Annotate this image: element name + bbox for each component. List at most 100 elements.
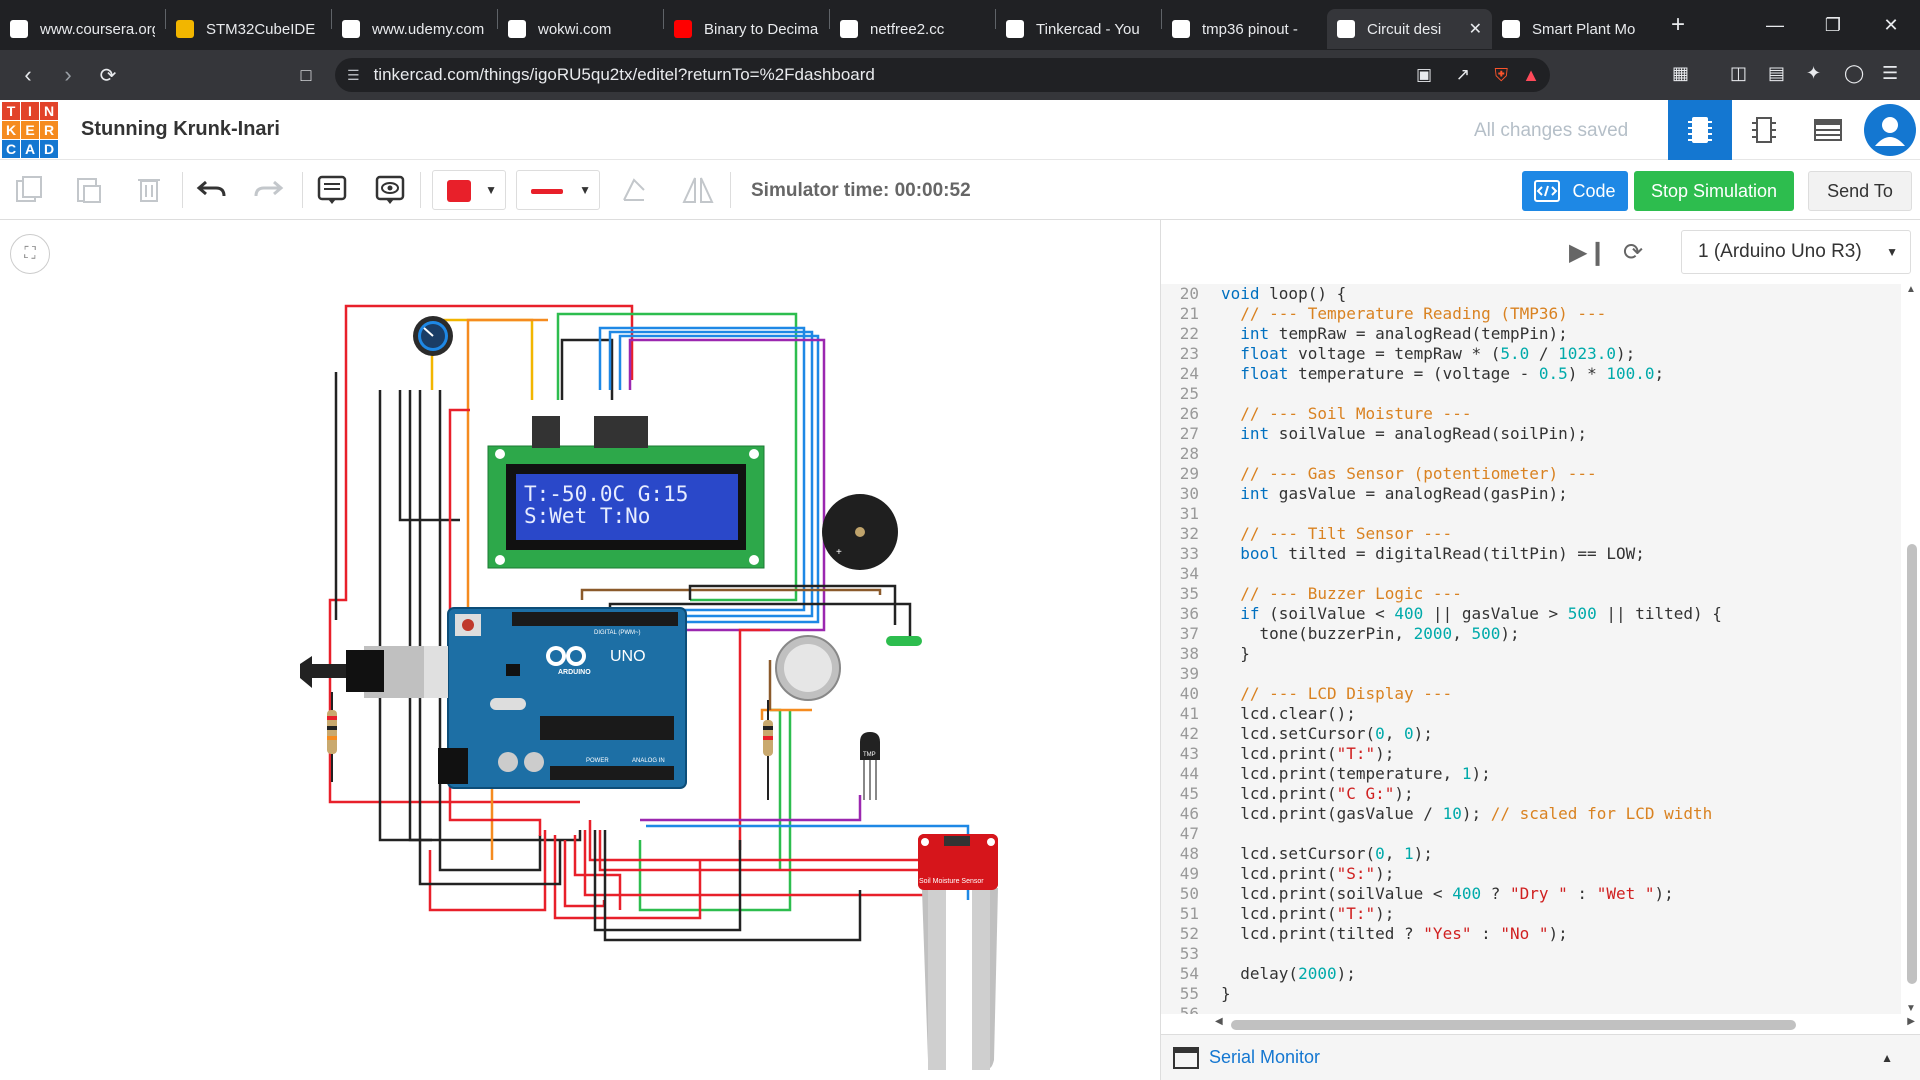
code-line[interactable]: // --- Tilt Sensor --- <box>1221 524 1722 544</box>
code-line[interactable]: lcd.print(gasValue / 10); // scaled for … <box>1221 804 1722 824</box>
code-line[interactable]: tone(buzzerPin, 2000, 500); <box>1221 624 1722 644</box>
step-icon[interactable]: ▶❙ <box>1569 238 1608 267</box>
code-line[interactable]: lcd.setCursor(0, 1); <box>1221 844 1722 864</box>
scroll-up-icon[interactable]: ▲ <box>1906 284 1916 295</box>
code-line[interactable]: // --- Temperature Reading (TMP36) --- <box>1221 304 1722 324</box>
wallet-icon[interactable]: ▤ <box>1768 63 1785 84</box>
stop-simulation-button[interactable]: Stop Simulation <box>1634 171 1794 211</box>
send-to-button[interactable]: Send To <box>1808 171 1912 211</box>
tilt-sensor[interactable] <box>886 636 922 646</box>
serial-monitor-bar[interactable]: Serial Monitor ▲ <box>1161 1034 1920 1080</box>
code-line[interactable]: lcd.print(temperature, 1); <box>1221 764 1722 784</box>
component-list-icon[interactable] <box>1796 100 1860 160</box>
code-line[interactable] <box>1221 1004 1722 1014</box>
debug-icon[interactable]: ⟳ <box>1623 238 1643 267</box>
wire-color-picker[interactable]: ▼ <box>432 170 506 210</box>
circuit-canvas[interactable]: ⛶ + T:-50.0C G:15 S:Wet T:No UNO ARDUINO… <box>0 220 1160 1080</box>
sidebar-icon[interactable]: ◫ <box>1730 63 1747 84</box>
notes-visibility-icon[interactable] <box>374 174 406 213</box>
tmp36-sensor[interactable] <box>860 732 880 800</box>
browser-tab[interactable]: Tinkercad - You <box>996 9 1161 49</box>
reload-icon[interactable]: ⟳ <box>88 63 128 88</box>
browser-tab[interactable]: STM32CubeIDE <box>166 9 331 49</box>
code-line[interactable]: float temperature = (voltage - 0.5) * 10… <box>1221 364 1722 384</box>
code-line[interactable]: // --- Gas Sensor (potentiometer) --- <box>1221 464 1722 484</box>
undo-icon[interactable] <box>196 174 228 211</box>
code-line[interactable]: } <box>1221 644 1722 664</box>
code-line[interactable]: bool tilted = digitalRead(tiltPin) == LO… <box>1221 544 1722 564</box>
soil-moisture-sensor[interactable] <box>918 834 998 1070</box>
code-line[interactable]: lcd.clear(); <box>1221 704 1722 724</box>
rotate-icon[interactable] <box>618 174 650 213</box>
horizontal-scrollbar[interactable]: ◀ ▶ <box>1161 1014 1920 1034</box>
url-field[interactable]: ☰ tinkercad.com/things/igoRU5qu2tx/edite… <box>335 58 1550 92</box>
code-line[interactable] <box>1221 564 1722 584</box>
browser-tab[interactable]: www.coursera.org <box>0 9 165 49</box>
site-info-icon[interactable]: ☰ <box>347 67 360 84</box>
minimize-icon[interactable]: — <box>1746 0 1804 50</box>
code-editor[interactable]: 20 21 22 23 24 25 26 27 28 29 30 31 32 33 34 35 36 37 38 39… <box>1161 284 1901 1014</box>
scroll-thumb[interactable] <box>1231 1020 1796 1030</box>
wire-type-picker[interactable]: ▼ <box>516 170 600 210</box>
cast-icon[interactable]: ▣ <box>1416 65 1432 85</box>
browser-tab[interactable]: wokwi.com <box>498 9 663 49</box>
user-avatar[interactable] <box>1864 104 1916 156</box>
tinkercad-logo[interactable]: TIN KER CAD <box>2 102 58 158</box>
redo-icon[interactable] <box>252 174 284 211</box>
gas-sensor[interactable] <box>775 635 841 701</box>
code-line[interactable]: lcd.print("T:"); <box>1221 744 1722 764</box>
piezo-buzzer[interactable]: + <box>822 494 898 570</box>
paste-icon[interactable] <box>74 174 104 211</box>
code-line[interactable]: int gasValue = analogRead(gasPin); <box>1221 484 1722 504</box>
schematic-view-icon[interactable] <box>1732 100 1796 160</box>
code-line[interactable]: lcd.print("C G:"); <box>1221 784 1722 804</box>
board-select[interactable]: 1 (Arduino Uno R3) ▼ <box>1681 230 1911 274</box>
browser-tab[interactable]: netfree2.cc <box>830 9 995 49</box>
code-line[interactable]: lcd.print("T:"); <box>1221 904 1722 924</box>
potentiometer[interactable] <box>413 316 453 356</box>
browser-tab[interactable]: Smart Plant Mo <box>1492 9 1657 49</box>
menu-icon[interactable]: ☰ <box>1882 63 1898 84</box>
code-line[interactable] <box>1221 664 1722 684</box>
code-line[interactable]: lcd.setCursor(0, 0); <box>1221 724 1722 744</box>
browser-tab[interactable]: www.udemy.com <box>332 9 497 49</box>
circuit-view-icon[interactable] <box>1668 100 1732 160</box>
chevron-up-icon[interactable]: ▲ <box>1881 1051 1893 1065</box>
vertical-scrollbar[interactable]: ▲ ▼ <box>1901 284 1920 1014</box>
restore-icon[interactable]: ❐ <box>1804 0 1862 50</box>
code-line[interactable]: // --- LCD Display --- <box>1221 684 1722 704</box>
browser-tab[interactable]: Circuit desi ✕ <box>1327 9 1492 49</box>
back-icon[interactable]: ‹ <box>8 62 48 88</box>
code-line[interactable]: int soilValue = analogRead(soilPin); <box>1221 424 1722 444</box>
close-tab-icon[interactable]: ✕ <box>1469 19 1482 39</box>
scroll-right-icon[interactable]: ▶ <box>1907 1016 1915 1027</box>
code-line[interactable] <box>1221 384 1722 404</box>
code-line[interactable]: int tempRaw = analogRead(tempPin); <box>1221 324 1722 344</box>
code-line[interactable]: // --- Buzzer Logic --- <box>1221 584 1722 604</box>
delete-icon[interactable] <box>134 174 164 211</box>
code-line[interactable]: // --- Soil Moisture --- <box>1221 404 1722 424</box>
code-line[interactable] <box>1221 444 1722 464</box>
scroll-left-icon[interactable]: ◀ <box>1215 1016 1223 1027</box>
scroll-thumb[interactable] <box>1907 544 1917 984</box>
brave-shield-icon[interactable]: ⛨ <box>1495 65 1509 86</box>
reader-icon[interactable]: ▦ <box>1672 63 1689 84</box>
notes-icon[interactable] <box>316 174 348 213</box>
share-icon[interactable]: ↗ <box>1456 65 1470 85</box>
code-line[interactable]: } <box>1221 984 1722 1004</box>
code-line[interactable]: lcd.print("S:"); <box>1221 864 1722 884</box>
code-text[interactable]: void loop() { // --- Temperature Reading… <box>1221 284 1722 1014</box>
browser-tab[interactable]: Binary to Decimal <box>664 9 829 49</box>
code-line[interactable] <box>1221 944 1722 964</box>
new-tab-button[interactable]: + <box>1671 11 1685 39</box>
close-window-icon[interactable]: ✕ <box>1862 0 1920 50</box>
code-line[interactable]: float voltage = tempRaw * (5.0 / 1023.0)… <box>1221 344 1722 364</box>
leo-ai-icon[interactable]: ✦ <box>1806 63 1821 84</box>
code-line[interactable]: void loop() { <box>1221 284 1722 304</box>
code-line[interactable] <box>1221 504 1722 524</box>
flip-icon[interactable] <box>680 174 716 213</box>
code-line[interactable]: if (soilValue < 400 || gasValue > 500 ||… <box>1221 604 1722 624</box>
copy-icon[interactable] <box>14 174 44 211</box>
forward-icon[interactable]: › <box>48 62 88 88</box>
code-line[interactable]: lcd.print(tilted ? "Yes" : "No "); <box>1221 924 1722 944</box>
